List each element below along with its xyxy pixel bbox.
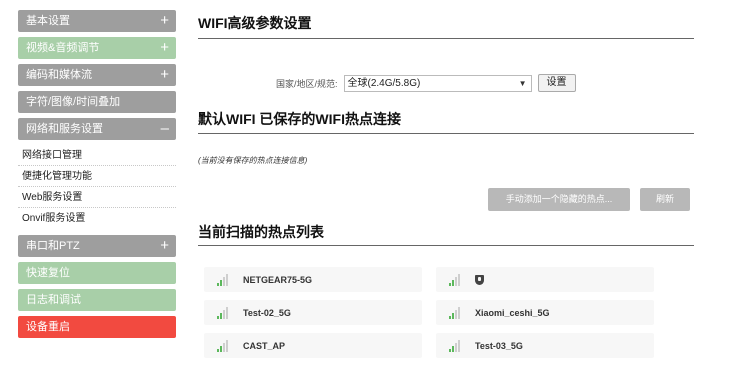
menu-label: 基本设置 [26, 15, 70, 27]
country-select-value: 全球(2.4G/5.8G) [347, 77, 421, 89]
menu-label: 字符/图像/时间叠加 [26, 96, 121, 108]
network-submenu: 网络接口管理 便捷化管理功能 Web服务设置 Onvif服务设置 [18, 145, 176, 229]
saved-empty-note: (当前没有保存的热点连接信息) [198, 156, 308, 165]
minus-icon: – [160, 120, 169, 137]
hotspot-name: CAST_AP [243, 340, 286, 351]
hotspot-item[interactable] [436, 267, 654, 292]
menu-label: 编码和媒体流 [26, 69, 92, 81]
menu-label: 视频&音频调节 [26, 42, 100, 54]
hotspot-name: NETGEAR75-5G [243, 274, 313, 285]
hotspot-name: Test-02_5G [243, 307, 291, 318]
menu-overlay[interactable]: 字符/图像/时间叠加 [18, 91, 176, 113]
menu-label: 快速复位 [26, 267, 70, 279]
submenu-onvif-service[interactable]: Onvif服务设置 [18, 208, 176, 229]
menu-encoding-stream[interactable]: 编码和媒体流 + [18, 64, 176, 86]
shield-icon [475, 274, 484, 285]
menu-serial-ptz[interactable]: 串口和PTZ + [18, 235, 176, 257]
wifi-signal-icon [449, 273, 463, 286]
menu-video-audio[interactable]: 视频&音频调节 + [18, 37, 176, 59]
plus-icon: + [160, 12, 169, 29]
hotspot-item[interactable]: Test-03_5G [436, 333, 654, 358]
hotspot-item[interactable]: NETGEAR75-5G [204, 267, 422, 292]
wifi-signal-icon [217, 339, 231, 352]
menu-label: 网络和服务设置 [26, 123, 103, 135]
menu-basic-settings[interactable]: 基本设置 + [18, 10, 176, 32]
hotspot-item[interactable]: Xiaomi_ceshi_5G [436, 300, 654, 325]
saved-hotspots-title: 默认WIFI 已保存的WIFI热点连接 [198, 111, 401, 127]
menu-label: 日志和调试 [26, 294, 81, 306]
plus-icon: + [160, 39, 169, 56]
menu-quick-reset[interactable]: 快速复位 [18, 262, 176, 284]
menu-device-reboot[interactable]: 设备重启 [18, 316, 176, 338]
refresh-button[interactable]: 刷新 [640, 188, 690, 211]
wifi-signal-icon [217, 273, 231, 286]
wifi-advanced-title: WIFI高级参数设置 [198, 15, 312, 31]
country-select[interactable]: 全球(2.4G/5.8G) ▼ [343, 74, 532, 92]
submenu-web-service[interactable]: Web服务设置 [18, 187, 176, 208]
menu-network-services[interactable]: 网络和服务设置 – [18, 118, 176, 140]
chevron-down-icon: ▼ [518, 78, 527, 88]
set-button[interactable]: 设置 [537, 74, 576, 92]
wifi-signal-icon [449, 339, 463, 352]
divider [198, 38, 694, 39]
hotspot-name: Test-03_5G [475, 340, 523, 351]
country-label: 国家/地区/规范: [276, 78, 338, 89]
submenu-network-interface[interactable]: 网络接口管理 [18, 145, 176, 166]
divider [198, 133, 694, 134]
menu-log-debug[interactable]: 日志和调试 [18, 289, 176, 311]
wifi-signal-icon [217, 306, 231, 319]
country-row: 国家/地区/规范: 全球(2.4G/5.8G) ▼ 设置 [276, 74, 576, 92]
main-content: WIFI高级参数设置 国家/地区/规范: 全球(2.4G/5.8G) ▼ 设置 … [198, 8, 694, 392]
hotspot-item[interactable]: CAST_AP [204, 333, 422, 358]
scan-list-title: 当前扫描的热点列表 [198, 224, 324, 240]
plus-icon: + [160, 66, 169, 83]
hotspot-item[interactable]: Test-02_5G [204, 300, 422, 325]
menu-label: 串口和PTZ [26, 240, 80, 252]
hotspot-name: Xiaomi_ceshi_5G [475, 307, 550, 318]
plus-icon: + [160, 237, 169, 254]
submenu-convenient-management[interactable]: 便捷化管理功能 [18, 166, 176, 187]
menu-label: 设备重启 [26, 321, 70, 333]
wifi-signal-icon [449, 306, 463, 319]
sidebar: 基本设置 + 视频&音频调节 + 编码和媒体流 + 字符/图像/时间叠加 网络和… [18, 10, 176, 343]
divider [198, 245, 694, 246]
add-hidden-hotspot-button[interactable]: 手动添加一个隐藏的热点... [488, 188, 630, 211]
